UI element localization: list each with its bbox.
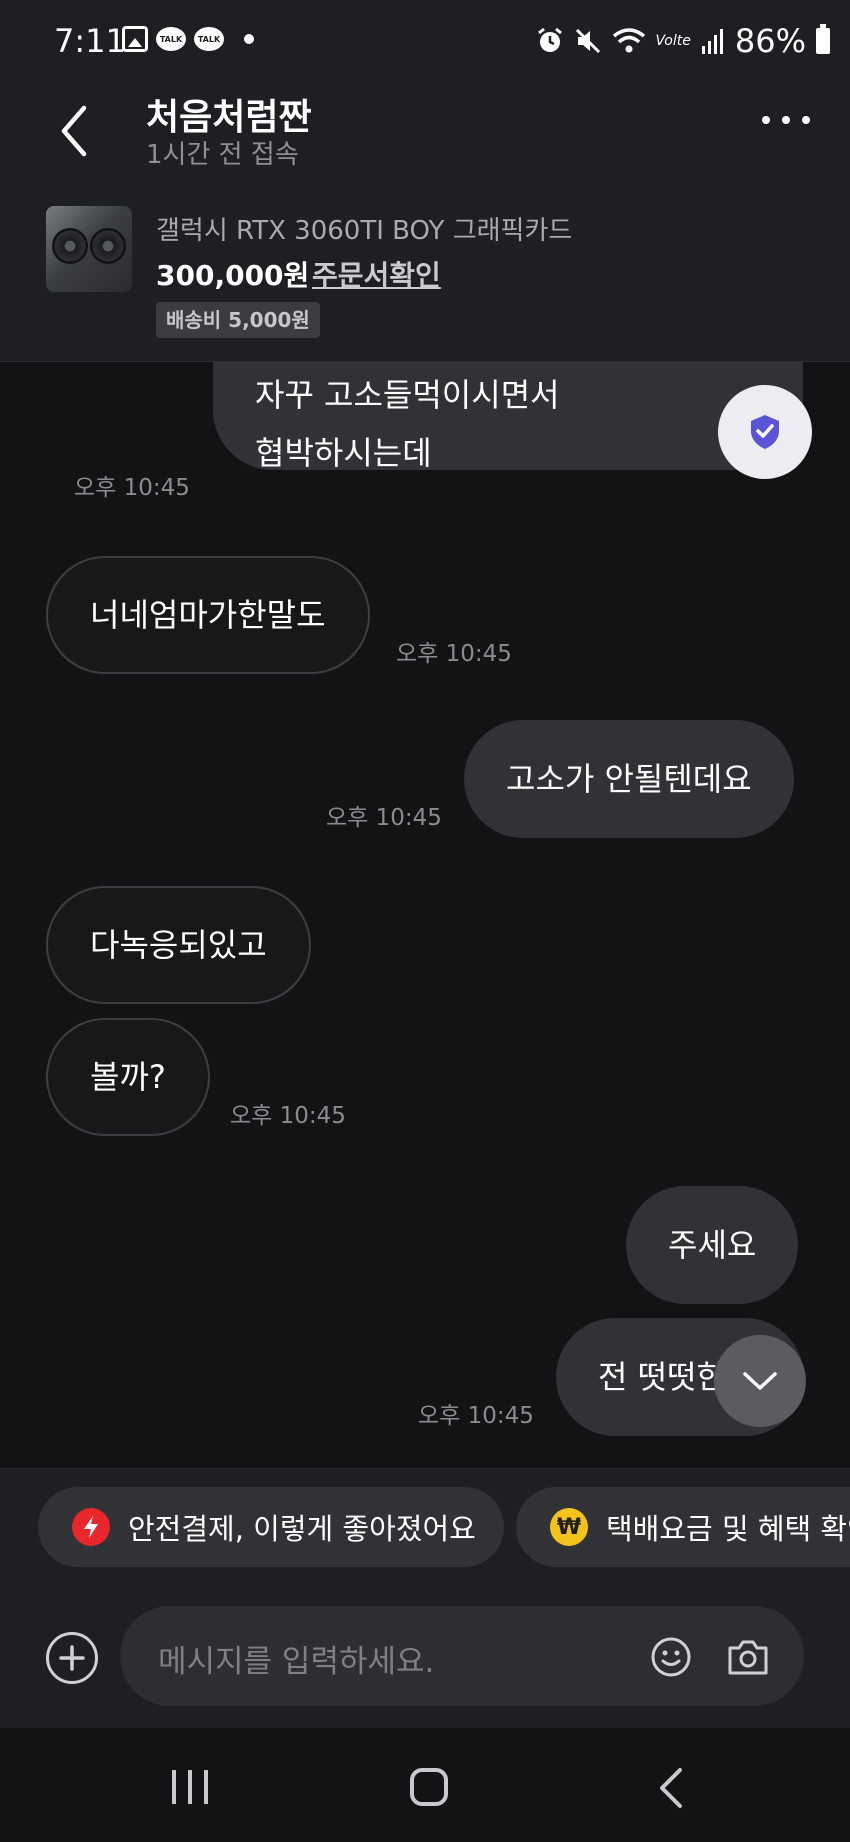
message-text: 다녹응되있고 bbox=[90, 926, 267, 964]
battery-icon bbox=[816, 24, 830, 54]
volte-indicator: Volte bbox=[655, 33, 691, 49]
message-text: 볼까? bbox=[90, 1058, 166, 1096]
notification-icons: TALK TALK bbox=[122, 26, 254, 52]
message-text: 너네엄마가한말도 bbox=[90, 596, 326, 634]
message-list[interactable]: 자꾸 고소들먹이시면서 협박하시는데 오후 10:45 너네엄마가한말도 오후 … bbox=[0, 362, 850, 1468]
recent-apps-icon bbox=[188, 1770, 192, 1804]
quick-action-chips: 안전결제, 이렇게 좋아졌어요 ₩ 택배요금 및 혜택 확인 bbox=[0, 1468, 850, 1568]
message-time: 오후 10:45 bbox=[418, 1403, 534, 1429]
alarm-icon bbox=[537, 27, 562, 52]
shield-check-icon bbox=[751, 415, 779, 449]
won-icon: ₩ bbox=[550, 1508, 588, 1546]
message-text: 고소가 안될텐데요 bbox=[506, 760, 752, 798]
message-time: 오후 10:45 bbox=[326, 805, 442, 831]
safety-shield-button[interactable] bbox=[718, 385, 812, 479]
order-confirm-link[interactable]: 주문서확인 bbox=[312, 254, 441, 294]
gallery-notification-icon bbox=[122, 26, 148, 52]
message-text: 전 떳떳한 bbox=[598, 1358, 726, 1396]
more-notifications-dot-icon bbox=[244, 34, 254, 44]
recent-apps-icon bbox=[204, 1770, 208, 1804]
status-time: 7:11 bbox=[54, 22, 126, 60]
message-bubble-outgoing[interactable]: 주세요 bbox=[626, 1186, 799, 1304]
kakaotalk-notification-icon: TALK bbox=[194, 27, 224, 51]
message-time: 오후 10:45 bbox=[396, 641, 512, 667]
status-bar: 7:11 TALK TALK Volte 86% bbox=[0, 0, 850, 80]
attach-plus-button[interactable] bbox=[46, 1632, 98, 1684]
chevron-down-icon bbox=[743, 1372, 777, 1390]
wifi-icon bbox=[612, 28, 645, 53]
chip-label: 안전결제, 이렇게 좋아졌어요 bbox=[128, 1512, 476, 1546]
message-bubble-outgoing[interactable]: 자꾸 고소들먹이시면서 협박하시는데 bbox=[213, 362, 803, 472]
safe-payment-chip[interactable]: 안전결제, 이렇게 좋아졌어요 bbox=[38, 1487, 504, 1567]
message-input-placeholder: 메시지를 입력하세요. bbox=[158, 1644, 435, 1680]
battery-percent: 86% bbox=[734, 22, 806, 60]
recent-apps-button[interactable] bbox=[172, 1770, 208, 1804]
message-input-bar: 메시지를 입력하세요. bbox=[0, 1568, 850, 1728]
product-name: 갤럭시 RTX 3060TI BOY 그래픽카드 bbox=[156, 216, 573, 246]
message-text: 자꾸 고소들먹이시면서 bbox=[255, 376, 560, 414]
back-button[interactable] bbox=[46, 94, 106, 164]
more-dot-icon bbox=[782, 116, 790, 124]
product-thumbnail[interactable] bbox=[46, 206, 132, 292]
scroll-to-bottom-button[interactable] bbox=[714, 1335, 806, 1427]
plus-icon bbox=[59, 1645, 85, 1671]
shipping-fee-chip[interactable]: ₩ 택배요금 및 혜택 확인 bbox=[516, 1487, 850, 1567]
nav-back-icon[interactable] bbox=[652, 1766, 692, 1810]
recent-apps-icon bbox=[172, 1770, 176, 1804]
message-time: 오후 10:45 bbox=[230, 1103, 346, 1129]
gpu-fan-graphic bbox=[52, 228, 88, 264]
system-navigation-bar bbox=[0, 1728, 850, 1842]
shipping-fee-badge: 배송비 5,000원 bbox=[156, 302, 320, 338]
message-bubble-incoming[interactable]: 너네엄마가한말도 bbox=[46, 556, 370, 674]
message-text: 주세요 bbox=[668, 1226, 757, 1264]
message-bubble-incoming[interactable]: 볼까? bbox=[46, 1018, 210, 1136]
product-card[interactable]: 갤럭시 RTX 3060TI BOY 그래픽카드 300,000원 주문서확인 … bbox=[0, 180, 850, 362]
chip-label: 택배요금 및 혜택 확인 bbox=[606, 1512, 850, 1546]
chevron-left-icon bbox=[61, 105, 87, 157]
message-text: 협박하시는데 bbox=[255, 434, 432, 472]
kakaotalk-notification-icon: TALK bbox=[156, 27, 186, 51]
message-time: 오후 10:45 bbox=[74, 475, 190, 501]
home-button[interactable] bbox=[410, 1768, 448, 1806]
more-dot-icon bbox=[802, 116, 810, 124]
message-bubble-outgoing[interactable]: 고소가 안될텐데요 bbox=[464, 720, 794, 838]
signal-icon bbox=[701, 29, 723, 54]
message-bubble-incoming[interactable]: 다녹응되있고 bbox=[46, 886, 311, 1004]
lightning-icon bbox=[72, 1508, 110, 1546]
more-dot-icon bbox=[762, 116, 770, 124]
last-seen-status: 1시간 전 접속 bbox=[146, 140, 299, 170]
chat-partner-name[interactable]: 처음처럼짠 bbox=[146, 88, 312, 140]
camera-icon[interactable] bbox=[726, 1636, 770, 1678]
gpu-fan-graphic bbox=[90, 228, 126, 264]
emoji-icon[interactable] bbox=[650, 1636, 692, 1678]
mute-icon bbox=[575, 28, 600, 54]
more-options-button[interactable] bbox=[762, 116, 810, 124]
chat-header: 처음처럼짠 1시간 전 접속 bbox=[0, 80, 850, 180]
product-price: 300,000원 bbox=[156, 259, 310, 292]
message-input[interactable]: 메시지를 입력하세요. bbox=[120, 1606, 804, 1706]
system-icons: Volte 86% bbox=[536, 22, 830, 60]
